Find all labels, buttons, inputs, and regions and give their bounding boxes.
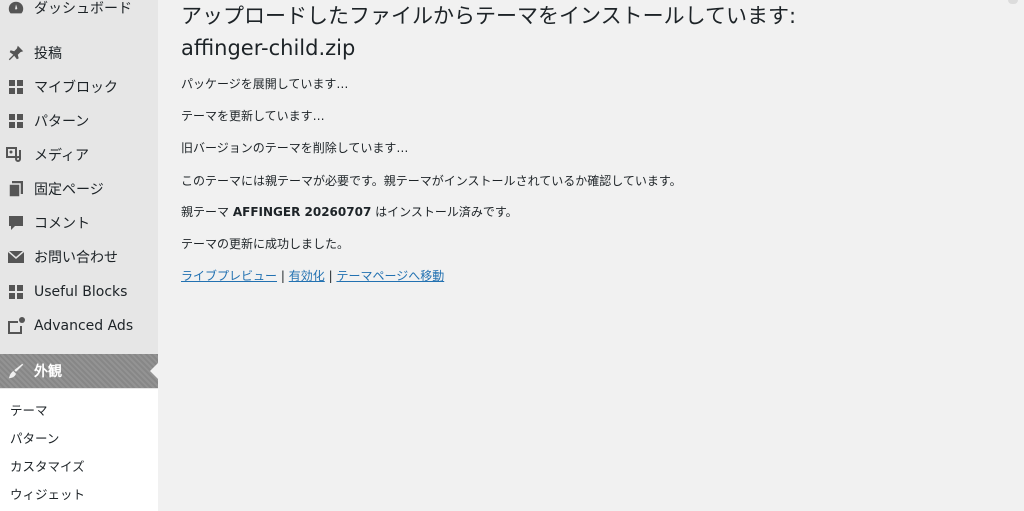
active-indicator <box>150 363 158 379</box>
menu-pages[interactable]: 固定ページ <box>0 172 158 206</box>
dashboard-icon <box>6 0 26 18</box>
link-separator: | <box>328 269 333 283</box>
menu-media[interactable]: メディア <box>0 138 158 172</box>
menu-label: メディア <box>34 148 90 164</box>
menu-advanced-ads[interactable]: Advanced Ads <box>0 309 158 343</box>
menu-label: 外観 <box>34 364 62 380</box>
media-icon <box>6 145 26 165</box>
menu-label: マイブロック <box>34 80 118 96</box>
grid-icon <box>6 282 26 302</box>
admin-sidebar: ダッシュボード 投稿 マイブロック パターン メディア 固定ページ コメント お… <box>0 0 158 511</box>
status-parent-required: このテーマには親テーマが必要です。親テーマがインストールされているか確認していま… <box>181 174 682 188</box>
menu-label: Advanced Ads <box>34 318 134 334</box>
menu-posts[interactable]: 投稿 <box>0 36 158 70</box>
status-success: テーマの更新に成功しました。 <box>181 237 350 251</box>
status-updating: テーマを更新しています… <box>181 109 325 123</box>
mail-icon <box>6 247 26 267</box>
menu-dashboard[interactable]: ダッシュボード <box>0 0 158 25</box>
menu-label: パターン <box>34 114 90 130</box>
title-line-1: アップロードしたファイルからテーマをインストールしています: <box>181 4 797 28</box>
pages-icon <box>6 179 26 199</box>
menu-contact[interactable]: お問い合わせ <box>0 240 158 274</box>
parent-theme-name: AFFINGER 20260707 <box>232 205 372 219</box>
comment-icon <box>6 213 26 233</box>
status-unpacking: パッケージを展開しています… <box>181 77 349 91</box>
live-preview-link[interactable]: ライブプレビュー <box>181 269 277 283</box>
title-line-2: affinger-child.zip <box>181 36 356 60</box>
appearance-submenu: テーマ パターン カスタマイズ ウィジェット <box>0 389 158 511</box>
menu-my-blocks[interactable]: マイブロック <box>0 70 158 104</box>
activate-link[interactable]: 有効化 <box>289 269 325 283</box>
grid-icon <box>6 111 26 131</box>
pin-icon <box>6 43 26 63</box>
menu-comments[interactable]: コメント <box>0 206 158 240</box>
menu-label: Useful Blocks <box>34 284 128 300</box>
submenu-customize[interactable]: カスタマイズ <box>10 456 85 475</box>
link-separator: | <box>280 269 285 283</box>
menu-appearance[interactable]: 外観 <box>0 354 158 388</box>
page-title: アップロードしたファイルからテーマをインストールしています: affinger-… <box>181 0 1001 64</box>
menu-label: 投稿 <box>34 46 62 62</box>
menu-useful-blocks[interactable]: Useful Blocks <box>0 275 158 309</box>
menu-label: 固定ページ <box>34 182 104 198</box>
parent-suffix: はインストール済みです。 <box>375 205 518 219</box>
parent-prefix: 親テーマ <box>181 205 230 219</box>
grid-icon <box>6 77 26 97</box>
brush-icon <box>6 361 26 381</box>
theme-page-link[interactable]: テーマページへ移動 <box>336 269 444 283</box>
corner-indicator <box>1008 0 1018 4</box>
menu-label: コメント <box>34 216 90 232</box>
status-removing-old: 旧バージョンのテーマを削除しています… <box>181 141 409 155</box>
menu-label: ダッシュボード <box>34 1 132 17</box>
action-links: ライブプレビュー | 有効化 | テーマページへ移動 <box>181 267 444 284</box>
menu-label: お問い合わせ <box>34 250 118 266</box>
submenu-themes[interactable]: テーマ <box>10 400 48 419</box>
menu-patterns[interactable]: パターン <box>0 104 158 138</box>
ads-icon <box>6 316 26 336</box>
submenu-widgets[interactable]: ウィジェット <box>10 484 85 503</box>
submenu-patterns[interactable]: パターン <box>10 428 59 447</box>
status-parent-installed: 親テーマ AFFINGER 20260707 はインストール済みです。 <box>181 203 518 220</box>
